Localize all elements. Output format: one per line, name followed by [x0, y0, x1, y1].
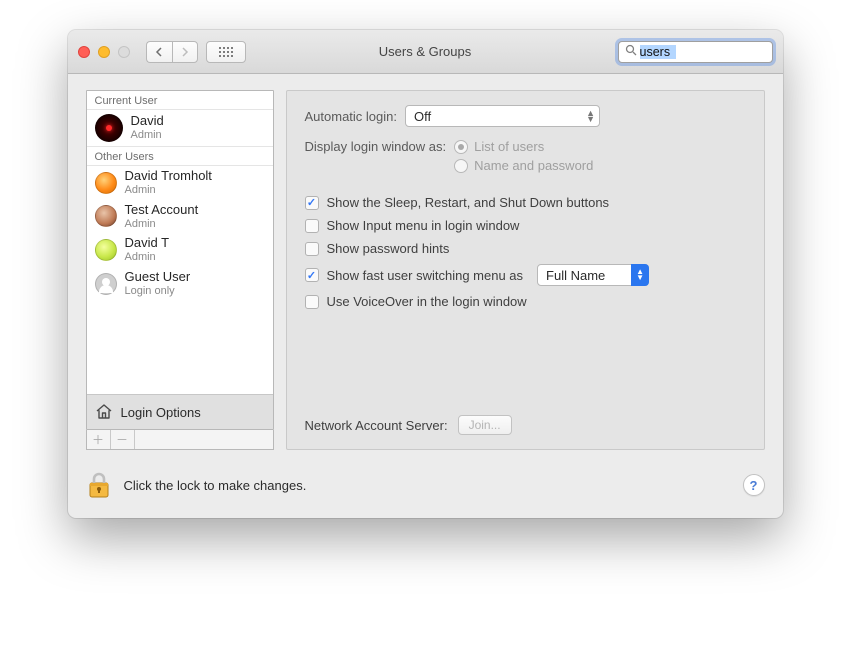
- user-row[interactable]: David T Admin: [87, 233, 273, 267]
- auto-login-value: Off: [414, 109, 431, 124]
- user-role: Admin: [125, 218, 199, 231]
- chk-input-label: Show Input menu in login window: [327, 218, 520, 233]
- add-user-button: ＋: [87, 430, 111, 449]
- avatar: [95, 114, 123, 142]
- chk-input-menu[interactable]: [305, 219, 319, 233]
- current-user-row[interactable]: David Admin: [87, 110, 273, 146]
- avatar: [95, 172, 117, 194]
- chk-voiceover-label: Use VoiceOver in the login window: [327, 294, 527, 309]
- window-title: Users & Groups: [379, 44, 471, 59]
- lock-icon[interactable]: [86, 470, 112, 500]
- chevron-updown-icon: ▲▼: [586, 110, 595, 122]
- search-icon: [625, 44, 637, 59]
- radio-name-password: [454, 159, 468, 173]
- user-row[interactable]: Test Account Admin: [87, 200, 273, 234]
- titlebar: Users & Groups ✕: [68, 30, 783, 74]
- chk-password-hints[interactable]: [305, 242, 319, 256]
- radio-list-label: List of users: [474, 139, 544, 154]
- user-name: David T: [125, 236, 170, 251]
- search-field[interactable]: ✕: [618, 41, 773, 63]
- help-button[interactable]: ?: [743, 474, 765, 496]
- user-row[interactable]: David Tromholt Admin: [87, 166, 273, 200]
- auto-login-label: Automatic login:: [305, 109, 398, 124]
- user-role: Admin: [125, 251, 170, 264]
- chk-voiceover[interactable]: [305, 295, 319, 309]
- user-name: Guest User: [125, 270, 191, 285]
- sidebar: Current User David Admin Other Users Dav…: [86, 90, 274, 450]
- user-name: Test Account: [125, 203, 199, 218]
- house-icon: [95, 403, 113, 421]
- remove-user-button: －: [111, 430, 135, 449]
- user-role: Admin: [125, 184, 212, 197]
- user-role: Login only: [125, 285, 191, 298]
- chk-sleep-restart[interactable]: [305, 196, 319, 210]
- nav-buttons: [146, 41, 198, 63]
- user-list: Current User David Admin Other Users Dav…: [86, 90, 274, 430]
- grid-icon: [219, 47, 233, 57]
- radio-list-of-users: [454, 140, 468, 154]
- back-button[interactable]: [146, 41, 172, 63]
- user-name: David Tromholt: [125, 169, 212, 184]
- login-options-row[interactable]: Login Options: [87, 394, 273, 429]
- chk-sleep-label: Show the Sleep, Restart, and Shut Down b…: [327, 195, 610, 210]
- forward-button: [172, 41, 198, 63]
- chk-hints-label: Show password hints: [327, 241, 450, 256]
- current-user-section-label: Current User: [87, 91, 273, 110]
- chk-switch-label: Show fast user switching menu as: [327, 268, 524, 283]
- avatar: [95, 273, 117, 295]
- login-options-label: Login Options: [121, 405, 201, 420]
- chevron-updown-icon: ▲▼: [631, 264, 649, 286]
- auto-login-select[interactable]: Off ▲▼: [405, 105, 600, 127]
- user-row[interactable]: Guest User Login only: [87, 267, 273, 301]
- footer: Click the lock to make changes. ?: [68, 468, 783, 518]
- user-role: Admin: [131, 129, 164, 142]
- fast-switching-value: Full Name: [546, 268, 605, 283]
- network-account-label: Network Account Server:: [305, 418, 448, 433]
- window-controls: [78, 46, 130, 58]
- search-input[interactable]: [640, 45, 783, 59]
- minimize-window-button[interactable]: [98, 46, 110, 58]
- show-all-button[interactable]: [206, 41, 246, 63]
- chk-fast-switching[interactable]: [305, 268, 319, 282]
- display-login-label: Display login window as:: [305, 139, 447, 154]
- join-button: Join...: [458, 415, 512, 435]
- add-remove-bar: ＋ －: [86, 430, 274, 450]
- fast-switching-select[interactable]: Full Name ▲▼: [537, 264, 649, 286]
- radio-name-label: Name and password: [474, 158, 593, 173]
- prefs-window: Users & Groups ✕ Current User David Admi…: [68, 30, 783, 518]
- main-panel: Automatic login: Off ▲▼ Display login wi…: [286, 90, 765, 450]
- avatar: [95, 205, 117, 227]
- user-name: David: [131, 114, 164, 129]
- lock-text: Click the lock to make changes.: [124, 478, 307, 493]
- close-window-button[interactable]: [78, 46, 90, 58]
- zoom-window-button: [118, 46, 130, 58]
- other-users-section-label: Other Users: [87, 146, 273, 166]
- avatar: [95, 239, 117, 261]
